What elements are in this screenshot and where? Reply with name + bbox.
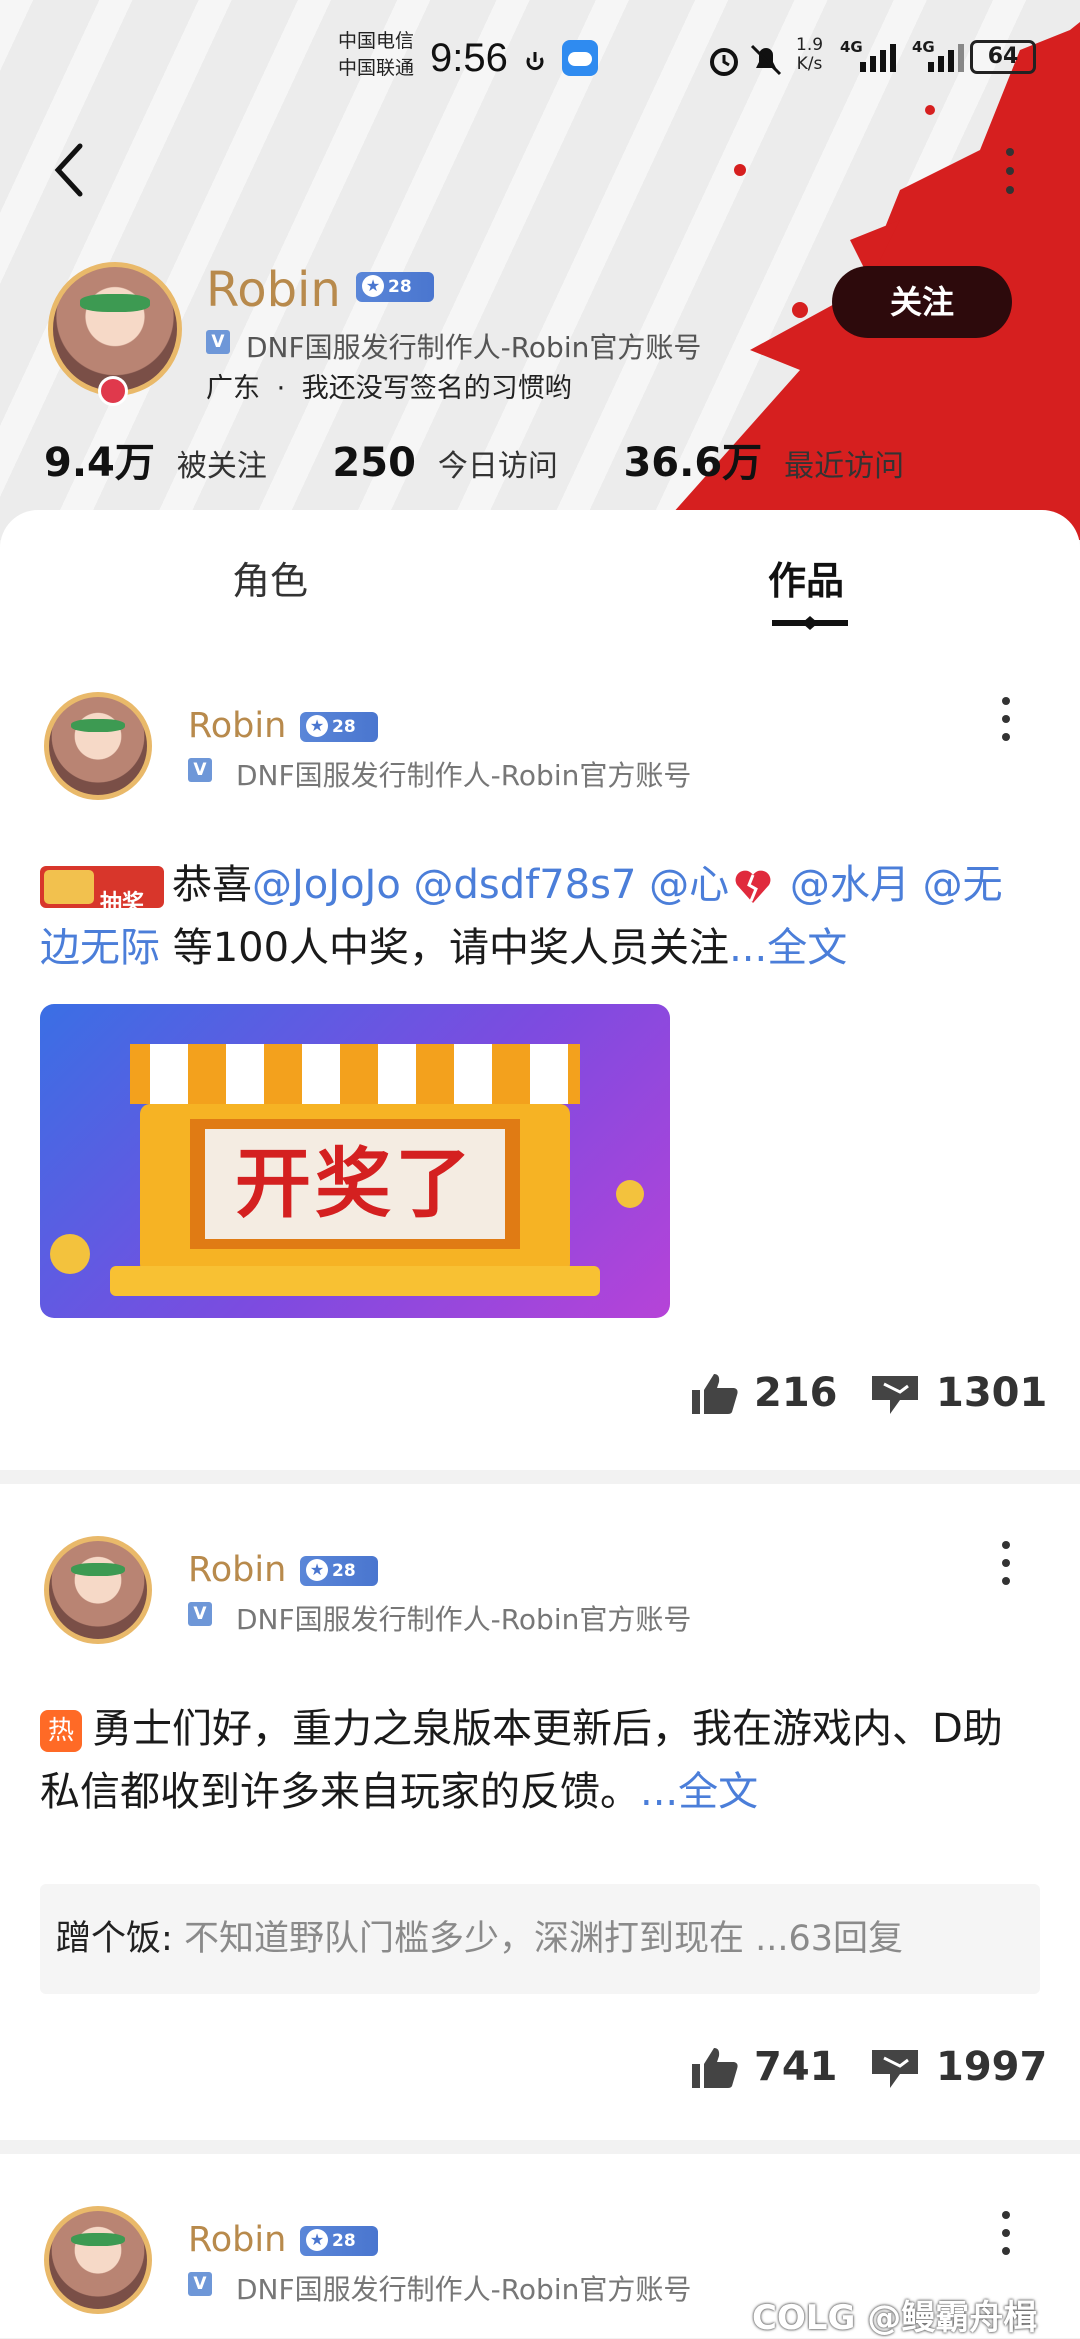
mention[interactable]: @心 bbox=[649, 862, 729, 908]
hot-tag: 热 bbox=[40, 1710, 82, 1752]
stat-value: 250 bbox=[332, 440, 416, 486]
level-value: 28 bbox=[332, 717, 356, 737]
weather-app-icon bbox=[562, 40, 598, 76]
sync-icon bbox=[526, 52, 544, 71]
read-more-link[interactable]: ...全文 bbox=[640, 1769, 758, 1815]
post-author[interactable]: Robin bbox=[188, 1550, 286, 1590]
net-speed-unit: K/s bbox=[796, 54, 823, 74]
level-badge: ★ 28 bbox=[300, 2226, 378, 2256]
signal-1-icon bbox=[860, 44, 896, 72]
verified-v-icon: V bbox=[188, 758, 212, 782]
separator: · bbox=[276, 373, 286, 404]
stat-label: 最近访问 bbox=[784, 449, 905, 484]
broken-heart-icon bbox=[735, 870, 771, 903]
post-avatar[interactable] bbox=[44, 692, 152, 800]
comment-count: 1997 bbox=[936, 2044, 1048, 2090]
top-comment-preview[interactable]: 蹭个饭: 不知道野队门槛多少，深渊打到现在 ...63回复 bbox=[40, 1884, 1040, 1994]
post-author[interactable]: Robin bbox=[188, 2220, 286, 2260]
mute-bell-icon bbox=[750, 44, 782, 76]
comment-icon[interactable] bbox=[870, 1374, 920, 1418]
comment-icon[interactable] bbox=[870, 2048, 920, 2092]
mention[interactable]: @水月 bbox=[790, 862, 910, 908]
location: 广东 bbox=[206, 373, 260, 404]
lottery-image[interactable]: 开奖了 bbox=[40, 1004, 670, 1318]
stat-today-visits: 250 今日访问 bbox=[332, 440, 567, 486]
mention[interactable]: @JoJoJo bbox=[252, 862, 401, 908]
post-avatar[interactable] bbox=[44, 2206, 152, 2314]
lottery-image-text: 开奖了 bbox=[235, 1139, 475, 1228]
net-speed-value: 1.9 bbox=[796, 35, 824, 55]
level-badge: ★ 28 bbox=[300, 1556, 378, 1586]
level-badge: ★ 28 bbox=[356, 272, 434, 302]
level-value: 28 bbox=[332, 2231, 356, 2251]
stat-label: 被关注 bbox=[176, 449, 267, 484]
alarm-icon bbox=[710, 48, 738, 76]
verified-v-icon: V bbox=[188, 1602, 212, 1626]
post-more-icon[interactable] bbox=[1000, 696, 1012, 742]
mention[interactable]: @dsdf78s7 bbox=[414, 862, 637, 908]
post-verified-label: DNF国服发行制作人-Robin官方账号 bbox=[236, 759, 692, 792]
profile-header: 中国电信 中国联通 9:56 1.9 K/s 4G 4G 64 Robin ★ 2… bbox=[0, 0, 1080, 540]
carrier-labels: 中国电信 中国联通 bbox=[338, 28, 414, 82]
stat-value: 9.4万 bbox=[44, 440, 155, 486]
post-more-icon[interactable] bbox=[1000, 1540, 1012, 1586]
post-card[interactable]: Robin ★ 28 V DNF国服发行制作人-Robin官方账号 热勇士们好，重… bbox=[0, 1484, 1080, 2140]
like-icon[interactable] bbox=[690, 2046, 740, 2090]
profile-name: Robin bbox=[206, 262, 341, 318]
status-bar: 中国电信 中国联通 9:56 1.9 K/s 4G 4G 64 bbox=[0, 22, 1080, 102]
carrier-1: 中国电信 bbox=[338, 30, 415, 52]
post-text-suffix: 等100人中奖，请中奖人员关注 bbox=[160, 925, 730, 971]
net-speed: 1.9 K/s bbox=[796, 36, 823, 74]
post-verified-label: DNF国服发行制作人-Robin官方账号 bbox=[236, 2273, 692, 2306]
profile-stats: 9.4万 被关注 250 今日访问 36.6万 最近访问 bbox=[44, 430, 905, 486]
lottery-tag-label: 抽奖 bbox=[100, 891, 145, 916]
active-tab-indicator bbox=[772, 616, 848, 630]
avatar-verified-badge bbox=[98, 376, 128, 406]
post-body: 勇士们好，重力之泉版本更新后，我在游戏内、D助私信都收到许多来自玩家的反馈。 bbox=[40, 1706, 1003, 1815]
level-value: 28 bbox=[332, 1561, 356, 1581]
battery-indicator: 64 bbox=[970, 40, 1036, 74]
post-verified-label: DNF国服发行制作人-Robin官方账号 bbox=[236, 1603, 692, 1636]
post-more-icon[interactable] bbox=[1000, 2210, 1012, 2256]
follow-button[interactable]: 关注 bbox=[832, 266, 1012, 338]
post-author[interactable]: Robin bbox=[188, 706, 286, 746]
tab-roles[interactable]: 角色 bbox=[232, 550, 308, 605]
stat-value: 36.6万 bbox=[623, 440, 763, 486]
more-options-icon[interactable] bbox=[1000, 146, 1020, 196]
post-text[interactable]: 热勇士们好，重力之泉版本更新后，我在游戏内、D助私信都收到许多来自玩家的反馈。.… bbox=[40, 1698, 1040, 1824]
comment-count: 1301 bbox=[936, 1370, 1048, 1416]
tab-works[interactable]: 作品 bbox=[768, 550, 844, 605]
stat-recent-visits: 36.6万 最近访问 bbox=[623, 440, 905, 486]
post-avatar[interactable] bbox=[44, 1536, 152, 1644]
comment-text: 不知道野队门槛多少，深渊打到现在 ...63回复 bbox=[183, 1919, 903, 1959]
watermark: COLG @鳗霸舟楫 bbox=[752, 2298, 1038, 2338]
lottery-tag: 抽奖 bbox=[40, 866, 164, 916]
verified-v-icon: V bbox=[188, 2272, 212, 2296]
back-icon[interactable] bbox=[50, 140, 90, 200]
like-count: 741 bbox=[754, 2044, 838, 2090]
like-count: 216 bbox=[754, 1370, 838, 1416]
post-text[interactable]: 抽奖 恭喜@JoJoJo @dsdf78s7 @心 @水月 @无边无际 等100人… bbox=[40, 854, 1040, 980]
comment-author[interactable]: 蹭个饭 bbox=[56, 1919, 161, 1959]
read-more-link[interactable]: ...全文 bbox=[729, 925, 847, 971]
level-badge: ★ 28 bbox=[300, 712, 378, 742]
stat-followers[interactable]: 9.4万 被关注 bbox=[44, 440, 276, 486]
clock: 9:56 bbox=[430, 36, 508, 80]
like-icon[interactable] bbox=[690, 1372, 740, 1416]
profile-verified-label: DNF国服发行制作人-Robin官方账号 bbox=[246, 331, 702, 364]
tab-bar: 角色 作品 bbox=[0, 510, 1080, 640]
verified-v-icon: V bbox=[206, 330, 230, 354]
comment-separator: : bbox=[161, 1919, 184, 1959]
stat-label: 今日访问 bbox=[437, 449, 558, 484]
level-value: 28 bbox=[388, 277, 412, 297]
signal-2-icon bbox=[928, 44, 964, 72]
bio: 我还没写签名的习惯哟 bbox=[301, 373, 572, 404]
post-text-prefix: 恭喜 bbox=[172, 862, 252, 908]
carrier-2: 中国联通 bbox=[338, 57, 415, 79]
profile-location-bio: 广东 · 我还没写签名的习惯哟 bbox=[206, 366, 572, 405]
slot-machine-icon bbox=[44, 870, 94, 904]
